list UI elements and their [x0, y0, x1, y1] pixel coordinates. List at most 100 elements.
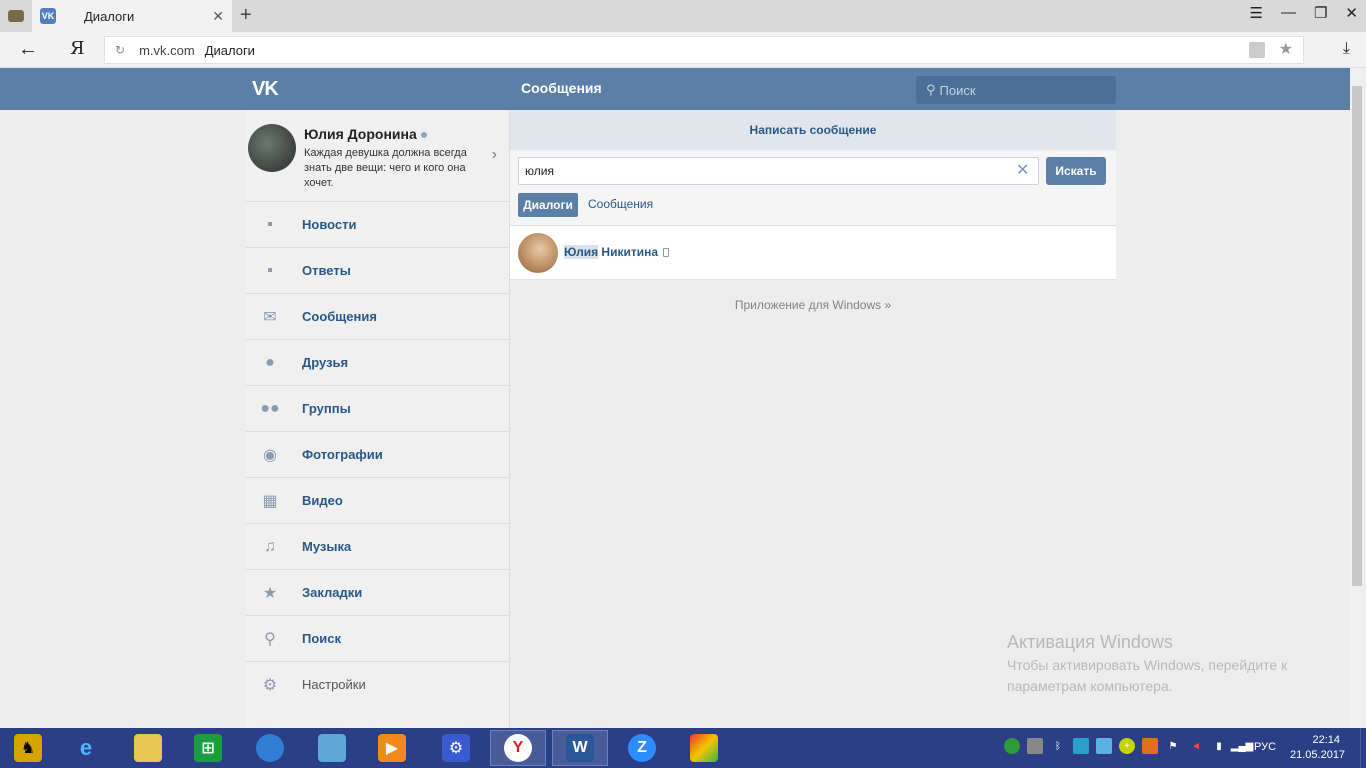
profile-name-text: Юлия Доронина: [304, 126, 417, 142]
sidebar-item-label: Сообщения: [302, 309, 377, 324]
profile-name: Юлия Доронина: [304, 126, 427, 142]
menu-icon[interactable]: ☰: [1250, 4, 1263, 22]
camera-icon: ◉: [263, 447, 277, 464]
download-icon[interactable]: ⤓: [1343, 40, 1350, 58]
gear-icon: ⚙: [442, 734, 470, 762]
close-tab-icon[interactable]: ✕: [212, 8, 224, 25]
envelope-icon: ✉: [263, 309, 277, 326]
clock[interactable]: 22:14 21.05.2017: [1290, 733, 1345, 763]
tab-messages-filter[interactable]: Сообщения: [588, 197, 653, 211]
language-indicator[interactable]: РУС: [1254, 741, 1276, 753]
file-explorer-button[interactable]: [120, 730, 176, 766]
sidebar-item-bookmarks[interactable]: ★ Закладки: [246, 570, 509, 616]
printer-icon[interactable]: [1027, 738, 1043, 754]
yandex-icon: Y: [504, 734, 532, 762]
sidebar-item-label: Поиск: [302, 631, 342, 646]
replies-icon: ▪: [267, 262, 273, 279]
internet-explorer-button[interactable]: e: [58, 730, 114, 766]
show-desktop-button[interactable]: [1360, 728, 1366, 768]
list-item[interactable]: Юлия Никитина: [510, 226, 1116, 280]
sidebar-item-settings[interactable]: ⚙ Настройки: [246, 662, 509, 708]
tab-title: Диалоги: [84, 8, 135, 24]
vk-favicon-icon: VK: [40, 8, 56, 24]
page-scrollbar[interactable]: [1350, 68, 1364, 728]
display-icon[interactable]: [1073, 738, 1089, 754]
globe-app-button[interactable]: [242, 730, 298, 766]
sidebar-item-label: Закладки: [302, 585, 363, 600]
pinned-tab[interactable]: [0, 0, 32, 32]
yandex-browser-button[interactable]: Y: [490, 730, 546, 766]
film-icon: ▦: [262, 493, 278, 510]
sidebar-item-video[interactable]: ▦ Видео: [246, 478, 509, 524]
write-message-button[interactable]: Написать сообщение: [510, 110, 1116, 150]
watermark-title: Активация Windows: [1007, 632, 1173, 652]
vk-logo[interactable]: VK: [252, 78, 279, 101]
dialog-search-input[interactable]: юлия: [518, 157, 1039, 185]
sidebar-item-photos[interactable]: ◉ Фотографии: [246, 432, 509, 478]
page-title: Сообщения: [521, 80, 602, 96]
avatar[interactable]: [248, 124, 296, 172]
sidebar-item-replies[interactable]: ▪ Ответы: [246, 248, 509, 294]
globe-icon: [256, 734, 284, 762]
bluetooth-icon[interactable]: ᛒ: [1050, 738, 1066, 754]
avatar[interactable]: [518, 233, 558, 273]
word-button[interactable]: W: [552, 730, 608, 766]
sidebar-item-search[interactable]: ⚲ Поиск: [246, 616, 509, 662]
pinned-tab-icon: [8, 10, 24, 22]
reload-icon[interactable]: ↻: [115, 43, 125, 57]
settings-app-button[interactable]: ⚙: [428, 730, 484, 766]
profile-status: Каждая девушка должна всегда знать две в…: [304, 147, 467, 189]
sidebar-item-label: Музыка: [302, 539, 352, 554]
chevron-right-icon[interactable]: ›: [492, 146, 497, 164]
flag-icon[interactable]: ⚑: [1165, 738, 1181, 754]
address-bar[interactable]: ↻ m.vk.com Диалоги ★: [104, 36, 1304, 64]
colorful-app-button[interactable]: [676, 730, 732, 766]
address-domain: m.vk.com: [139, 42, 195, 58]
sidebar-item-music[interactable]: ♫ Музыка: [246, 524, 509, 570]
yandex-button[interactable]: Я: [70, 38, 85, 59]
signal-icon[interactable]: ▂▄▆: [1231, 738, 1253, 754]
result-name[interactable]: Юлия Никитина: [564, 245, 670, 259]
control-panel-button[interactable]: [304, 730, 360, 766]
browser-tab-strip: VK Диалоги ✕ + ☰ — ❐ ✕: [0, 0, 1366, 32]
search-icon: ⚲: [926, 82, 936, 97]
scrollbar-thumb[interactable]: [1352, 86, 1362, 586]
mobile-online-icon: [663, 248, 670, 258]
header-search-input[interactable]: ⚲ Поиск: [916, 76, 1116, 104]
plus-app-icon[interactable]: +: [1119, 738, 1135, 754]
search-button[interactable]: Искать: [1046, 157, 1106, 185]
bookmark-star-icon[interactable]: ★: [1279, 39, 1293, 59]
sidebar-item-friends[interactable]: ● Друзья: [246, 340, 509, 386]
browser-navbar: ← Я ↻ m.vk.com Диалоги ★ ⤓: [0, 32, 1366, 68]
tab-dialogs[interactable]: VK Диалоги ✕: [32, 0, 232, 32]
profile-card[interactable]: Юлия Доронина Каждая девушка должна всег…: [246, 110, 509, 202]
media-player-button[interactable]: ▶: [364, 730, 420, 766]
control-panel-icon: [318, 734, 346, 762]
restore-icon[interactable]: ❐: [1314, 4, 1327, 22]
keyboard-icon[interactable]: [1096, 738, 1112, 754]
tab-dialogs-filter[interactable]: Диалоги: [518, 193, 578, 217]
new-tab-button[interactable]: +: [240, 4, 252, 27]
ferrari-app-button[interactable]: ♞: [0, 730, 56, 766]
windows-app-link[interactable]: Приложение для Windows »: [510, 298, 1116, 312]
zoom-app-button[interactable]: Z: [614, 730, 670, 766]
sidebar-item-messages[interactable]: ✉ Сообщения: [246, 294, 509, 340]
store-button[interactable]: ⊞: [180, 730, 236, 766]
address-title: Диалоги: [204, 42, 255, 58]
volume-muted-icon[interactable]: ◄: [1188, 738, 1204, 754]
back-button[interactable]: ←: [18, 38, 38, 61]
clear-search-icon[interactable]: ✕: [1016, 160, 1029, 180]
activation-watermark: Активация Windows Чтобы активировать Win…: [1007, 632, 1327, 697]
star-icon: ★: [262, 585, 278, 602]
utorrent-icon[interactable]: [1004, 738, 1020, 754]
colorful-app-icon: [690, 734, 718, 762]
sidebar-item-news[interactable]: ▪ Новости: [246, 202, 509, 248]
battery-icon[interactable]: ▮: [1211, 738, 1227, 754]
ie-icon: e: [79, 735, 93, 760]
close-window-icon[interactable]: ✕: [1345, 4, 1358, 22]
lock-icon[interactable]: [1249, 42, 1265, 58]
sidebar-item-groups[interactable]: ●● Группы: [246, 386, 509, 432]
minimize-icon[interactable]: —: [1281, 4, 1296, 22]
person-icon: ●: [265, 354, 275, 371]
firefox-icon[interactable]: [1142, 738, 1158, 754]
